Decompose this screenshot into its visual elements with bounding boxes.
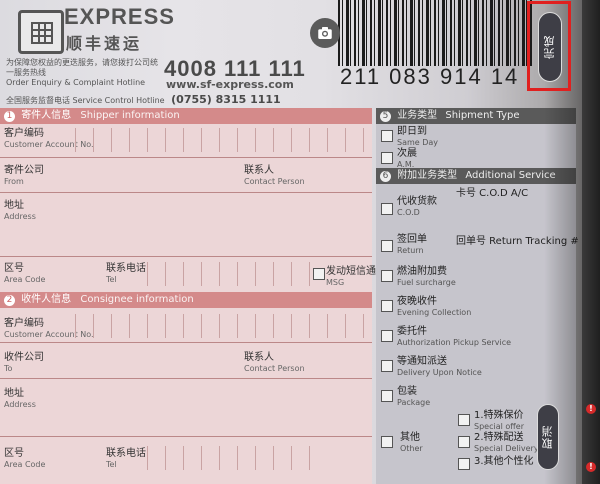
additional-service-title-cn: 附加业务类型: [397, 170, 458, 181]
barcode: [338, 0, 534, 66]
consignee-address-label: 地址 Address: [4, 388, 36, 409]
shipment-type-num: 5: [380, 111, 391, 122]
consignee-contact-label: 联系人 Contact Person: [244, 352, 305, 373]
evening-label: 夜晚收件 Evening Collection: [397, 296, 472, 317]
service-hotline: 全国服务监督电话 Service Control Hotline (0755) …: [6, 93, 281, 106]
personalized-checkbox[interactable]: [458, 458, 470, 470]
package-label: 包装 Package: [397, 386, 431, 407]
divider: [0, 436, 372, 437]
service-label-cn: 全国服务监督电话: [6, 96, 70, 105]
fuel-checkbox[interactable]: [381, 270, 393, 282]
shipper-title-cn: 寄件人信息: [21, 110, 72, 121]
notice-delivery-checkbox[interactable]: [381, 360, 393, 372]
shipper-contact-label: 联系人 Contact Person: [244, 165, 305, 186]
authorization-checkbox[interactable]: [381, 330, 393, 342]
special-delivery-label: 2.特殊配送 Special Delivery: [474, 432, 539, 453]
shipment-type-title-en: Shipment Type: [445, 110, 520, 121]
consignee-company-label: 收件公司 To: [4, 352, 44, 373]
fuel-label: 燃油附加费 Fuel surcharge: [397, 266, 456, 287]
brand-name-cn: 顺丰速运: [66, 34, 143, 53]
other-checkbox[interactable]: [381, 436, 393, 448]
tracking-number: 211 083 914 14: [340, 64, 520, 89]
personalized-label: 3.其他个性化: [474, 456, 534, 467]
additional-service-title-en: Additional Service: [465, 170, 556, 181]
msg-checkbox[interactable]: [313, 268, 325, 280]
shipper-section-num: 1: [4, 111, 15, 122]
service-number: (0755) 8315 1111: [171, 93, 281, 106]
special-offer-label: 1.特殊保价 Special offer: [474, 410, 524, 431]
package-checkbox[interactable]: [381, 390, 393, 402]
consignee-title-cn: 收件人信息: [21, 294, 72, 305]
shipper-account-cells: [58, 128, 370, 152]
cod-checkbox[interactable]: [381, 203, 393, 215]
website: www.sf-express.com: [166, 78, 294, 91]
return-label: 签回单 Return: [397, 234, 427, 255]
sf-logo-icon: [18, 10, 64, 54]
done-label: 完成: [543, 35, 556, 59]
done-button-highlight: 完成: [527, 1, 571, 91]
divider: [0, 378, 372, 379]
consignee-section-num: 2: [4, 295, 15, 306]
brand-name-en: EXPRESS: [64, 4, 175, 29]
shipper-section-header: 1 寄件人信息 Shipper information: [0, 108, 372, 124]
notice-cn: 为保障您权益的更迭服务，请您拨打公司统一服务热线: [6, 58, 158, 77]
shipper-tel-cells: [130, 262, 310, 286]
same-day-label: 即日到 Same Day: [397, 126, 439, 147]
divider: [0, 192, 372, 193]
am-checkbox[interactable]: [381, 152, 393, 164]
consignee-title-en: Consignee information: [80, 294, 194, 305]
header-notice: 为保障您权益的更迭服务，请您拨打公司统一服务热线: [6, 58, 164, 78]
divider: [0, 342, 372, 343]
done-button[interactable]: 完成: [538, 12, 562, 82]
camera-preview: EXPRESS 顺丰速运 为保障您权益的更迭服务，请您拨打公司统一服务热线 40…: [0, 0, 600, 484]
alert-icon: !: [586, 404, 596, 414]
consignee-account-cells: [58, 314, 370, 338]
cancel-label: 取消: [541, 425, 554, 449]
shipment-type-title-cn: 业务类型: [397, 110, 438, 121]
shipper-title-en: Shipper information: [80, 110, 180, 121]
shipper-address-label: 地址 Address: [4, 200, 36, 221]
evening-checkbox[interactable]: [381, 300, 393, 312]
divider: [0, 157, 372, 158]
consignee-section-header: 2 收件人信息 Consignee information: [0, 292, 372, 308]
other-label: 其他 Other: [400, 432, 423, 453]
camera-switch-icon[interactable]: [310, 18, 340, 48]
alert-icon: !: [586, 462, 596, 472]
cod-account-label: 卡号 C.O.D A/C: [456, 188, 529, 199]
additional-service-num: 6: [380, 171, 391, 182]
special-offer-checkbox[interactable]: [458, 414, 470, 426]
notice-delivery-label: 等通知派送 Delivery Upon Notice: [397, 356, 482, 377]
shipper-area-code-label: 区号 Area Code: [4, 263, 46, 284]
consignee-area-code-label: 区号 Area Code: [4, 448, 46, 469]
consignee-tel-cells: [130, 446, 310, 470]
special-delivery-checkbox[interactable]: [458, 436, 470, 448]
hotline-label: Order Enquiry & Complaint Hotline: [6, 78, 146, 87]
cancel-button[interactable]: 取消: [537, 404, 559, 470]
authorization-label: 委托件 Authorization Pickup Service: [397, 326, 512, 347]
am-label: 次晨 A.M.: [397, 148, 417, 169]
cod-label: 代收货款 C.O.D: [397, 196, 437, 217]
same-day-checkbox[interactable]: [381, 130, 393, 142]
shipper-company-label: 寄件公司 From: [4, 165, 44, 186]
return-checkbox[interactable]: [381, 240, 393, 252]
service-label-en: Service Control Hotline: [72, 96, 165, 105]
divider: [0, 256, 372, 257]
